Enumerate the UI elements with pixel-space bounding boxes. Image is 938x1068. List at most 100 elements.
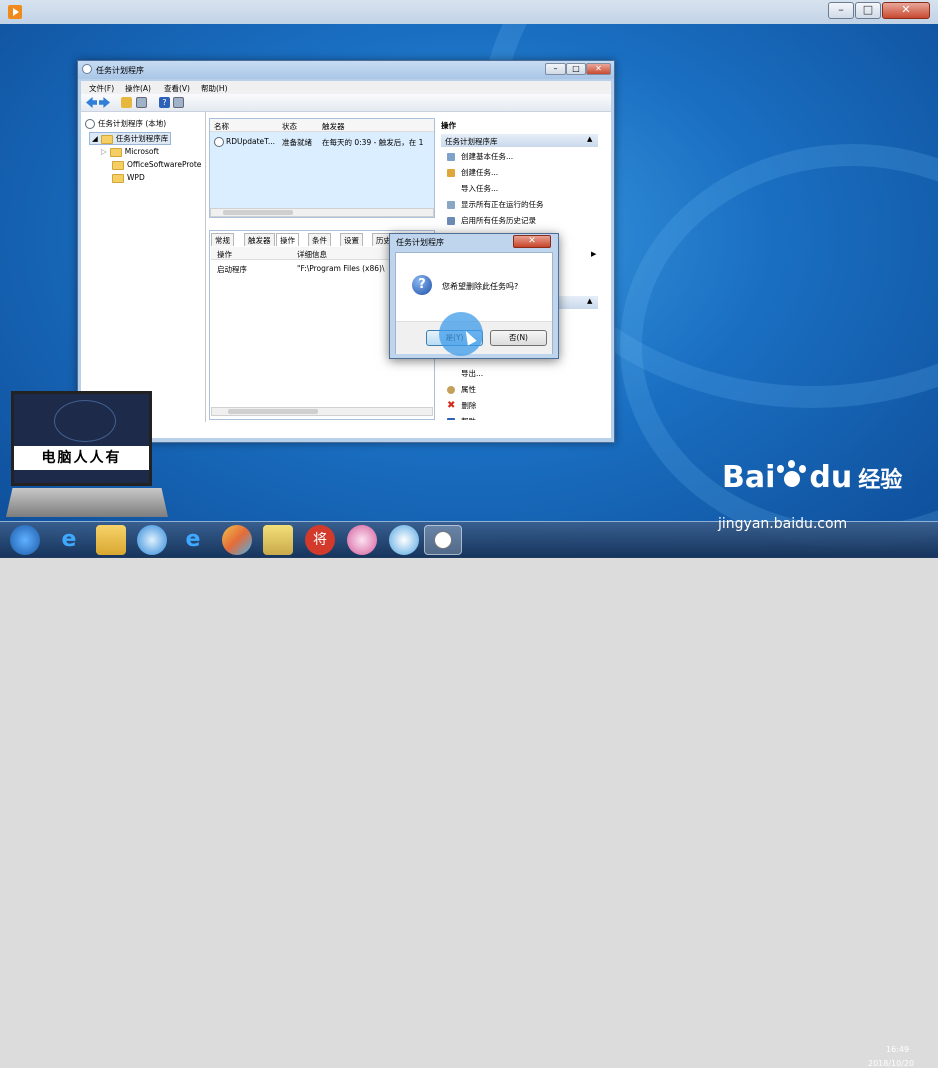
- dialog-close-button[interactable]: ✕: [513, 235, 551, 248]
- action-create-basic-task[interactable]: 创建基本任务...: [447, 151, 513, 162]
- no-button[interactable]: 否(N): [490, 330, 547, 346]
- chess-icon[interactable]: 将: [305, 525, 335, 555]
- show-hide-actions-icon[interactable]: [173, 97, 184, 108]
- tree-item-folder[interactable]: ▷ Microsoft: [101, 147, 159, 157]
- history-icon: [447, 217, 455, 225]
- watermark-url: jingyan.baidu.com: [718, 516, 848, 532]
- maximize-icon: □: [862, 3, 874, 16]
- tree-root-label: 任务计划程序 (本地): [98, 119, 167, 128]
- menu-file[interactable]: 文件(F): [89, 83, 114, 94]
- action-show-running[interactable]: 显示所有正在运行的任务: [447, 199, 544, 210]
- tab-triggers[interactable]: 触发器: [244, 233, 275, 246]
- action-label: 创建基本任务...: [461, 152, 514, 161]
- create-task-icon: [447, 169, 455, 177]
- action-enable-history[interactable]: 启用所有任务历史记录: [447, 215, 536, 226]
- watermark-brand-2: du: [809, 460, 853, 495]
- menu-action[interactable]: 操作(A): [125, 83, 151, 94]
- settings-icon[interactable]: [389, 525, 419, 555]
- clock-time[interactable]: 16:49: [886, 1045, 909, 1054]
- navigation-tree: 任务计划程序 (本地) ◢ 任务计划程序库 ▷ Microsoft OfficeSo…: [81, 112, 206, 422]
- column-header[interactable]: 状态: [282, 121, 297, 132]
- action-label: 帮助: [461, 417, 476, 420]
- submenu-arrow-icon: ▶: [591, 250, 597, 258]
- menu-help[interactable]: 帮助(H): [201, 83, 228, 94]
- paint-icon[interactable]: [222, 525, 252, 555]
- toolbar: ?: [81, 94, 611, 112]
- app-icon[interactable]: [137, 525, 167, 555]
- back-arrow-icon[interactable]: [86, 97, 97, 108]
- action-help[interactable]: 帮助: [447, 416, 476, 420]
- tree-root[interactable]: 任务计划程序 (本地): [85, 118, 166, 129]
- clock-date[interactable]: 2018/10/20: [868, 1059, 914, 1068]
- action-label: 启用所有任务历史记录: [461, 216, 536, 225]
- show-hide-tree-icon[interactable]: [136, 97, 147, 108]
- explorer-icon[interactable]: [96, 525, 126, 555]
- menu-view[interactable]: 查看(V): [164, 83, 190, 94]
- tab-conditions[interactable]: 条件: [308, 233, 331, 246]
- logo-graphic: [54, 400, 116, 442]
- ie-icon[interactable]: e: [54, 525, 84, 555]
- logo-label: 电脑人人有: [14, 446, 149, 470]
- action-export[interactable]: 导出...: [447, 368, 483, 379]
- tab-actions[interactable]: 操作: [276, 233, 299, 246]
- ts-close-button[interactable]: ✕: [586, 63, 611, 75]
- scrollbar-thumb[interactable]: [223, 210, 293, 215]
- column-header[interactable]: 触发器: [322, 121, 345, 132]
- browser-icon[interactable]: e: [178, 525, 208, 555]
- collapse-icon: ▲: [587, 135, 593, 143]
- tree-item-folder[interactable]: OfficeSoftwareProte: [112, 160, 201, 170]
- up-folder-icon[interactable]: [121, 97, 132, 108]
- folder-icon: [112, 173, 124, 183]
- actions-section-header[interactable]: 任务计划程序库 ▲: [441, 134, 598, 147]
- action-type: 启动程序: [217, 265, 247, 274]
- maximize-button[interactable]: □: [855, 2, 881, 19]
- close-button[interactable]: ✕: [882, 2, 930, 19]
- game-icon[interactable]: [347, 525, 377, 555]
- laptop-logo: 电脑人人有: [11, 391, 152, 486]
- action-label: 创建任务...: [461, 168, 499, 177]
- minimize-button[interactable]: –: [828, 2, 854, 19]
- forward-arrow-icon[interactable]: [99, 97, 110, 108]
- scrollbar-thumb[interactable]: [228, 409, 318, 414]
- action-properties[interactable]: 属性: [447, 384, 476, 395]
- action-delete[interactable]: ✖ 删除: [447, 400, 476, 411]
- window-title: 任务计划程序: [96, 66, 144, 75]
- action-create-task[interactable]: 创建任务...: [447, 167, 498, 178]
- action-import-task[interactable]: 导入任务...: [447, 183, 498, 194]
- import-icon: [447, 185, 455, 193]
- export-icon: [447, 370, 455, 378]
- folder-icon: [112, 160, 124, 170]
- ts-maximize-button[interactable]: □: [566, 63, 586, 75]
- actions-pane-header: 操作: [441, 121, 456, 130]
- ts-minimize-button[interactable]: –: [545, 63, 566, 75]
- clock-icon: [85, 119, 95, 129]
- tab-settings[interactable]: 设置: [340, 233, 363, 246]
- tree-item-folder[interactable]: WPD: [112, 173, 145, 183]
- action-detail: "F:\Program Files (x86)\: [297, 264, 385, 273]
- horizontal-scrollbar[interactable]: [211, 407, 433, 416]
- collapse-icon: ▲: [587, 297, 593, 305]
- tree-item-library[interactable]: ◢ 任务计划程序库: [89, 132, 172, 145]
- section-title: 任务计划程序库: [445, 137, 498, 146]
- dialog-message: 您希望删除此任务吗?: [442, 282, 519, 291]
- column-header[interactable]: 操作: [217, 249, 232, 260]
- task-scheduler-taskbar-button[interactable]: [424, 525, 462, 555]
- start-button[interactable]: [10, 525, 40, 555]
- column-header[interactable]: 名称: [214, 121, 229, 132]
- action-label: 导出...: [461, 369, 484, 378]
- tab-general[interactable]: 常规: [211, 233, 234, 246]
- close-icon: ✕: [528, 236, 536, 246]
- watermark-suffix: 经验: [858, 468, 903, 493]
- notes-icon[interactable]: [263, 525, 293, 555]
- paw-icon: [775, 460, 809, 491]
- question-icon: ?: [412, 275, 432, 295]
- laptop-keyboard: [6, 488, 168, 517]
- player-title-bar: – □ ✕: [0, 0, 938, 25]
- action-label: 删除: [461, 401, 477, 410]
- help-icon[interactable]: ?: [159, 97, 170, 108]
- task-list-header: 名称 状态 触发器: [210, 119, 434, 132]
- running-tasks-icon: [447, 201, 455, 209]
- horizontal-scrollbar[interactable]: [210, 208, 434, 217]
- table-row[interactable]: RDUpdateT... 准备就绪 在每天的 0:39 - 触发后，在 1: [210, 135, 434, 147]
- column-header[interactable]: 详细信息: [297, 249, 327, 260]
